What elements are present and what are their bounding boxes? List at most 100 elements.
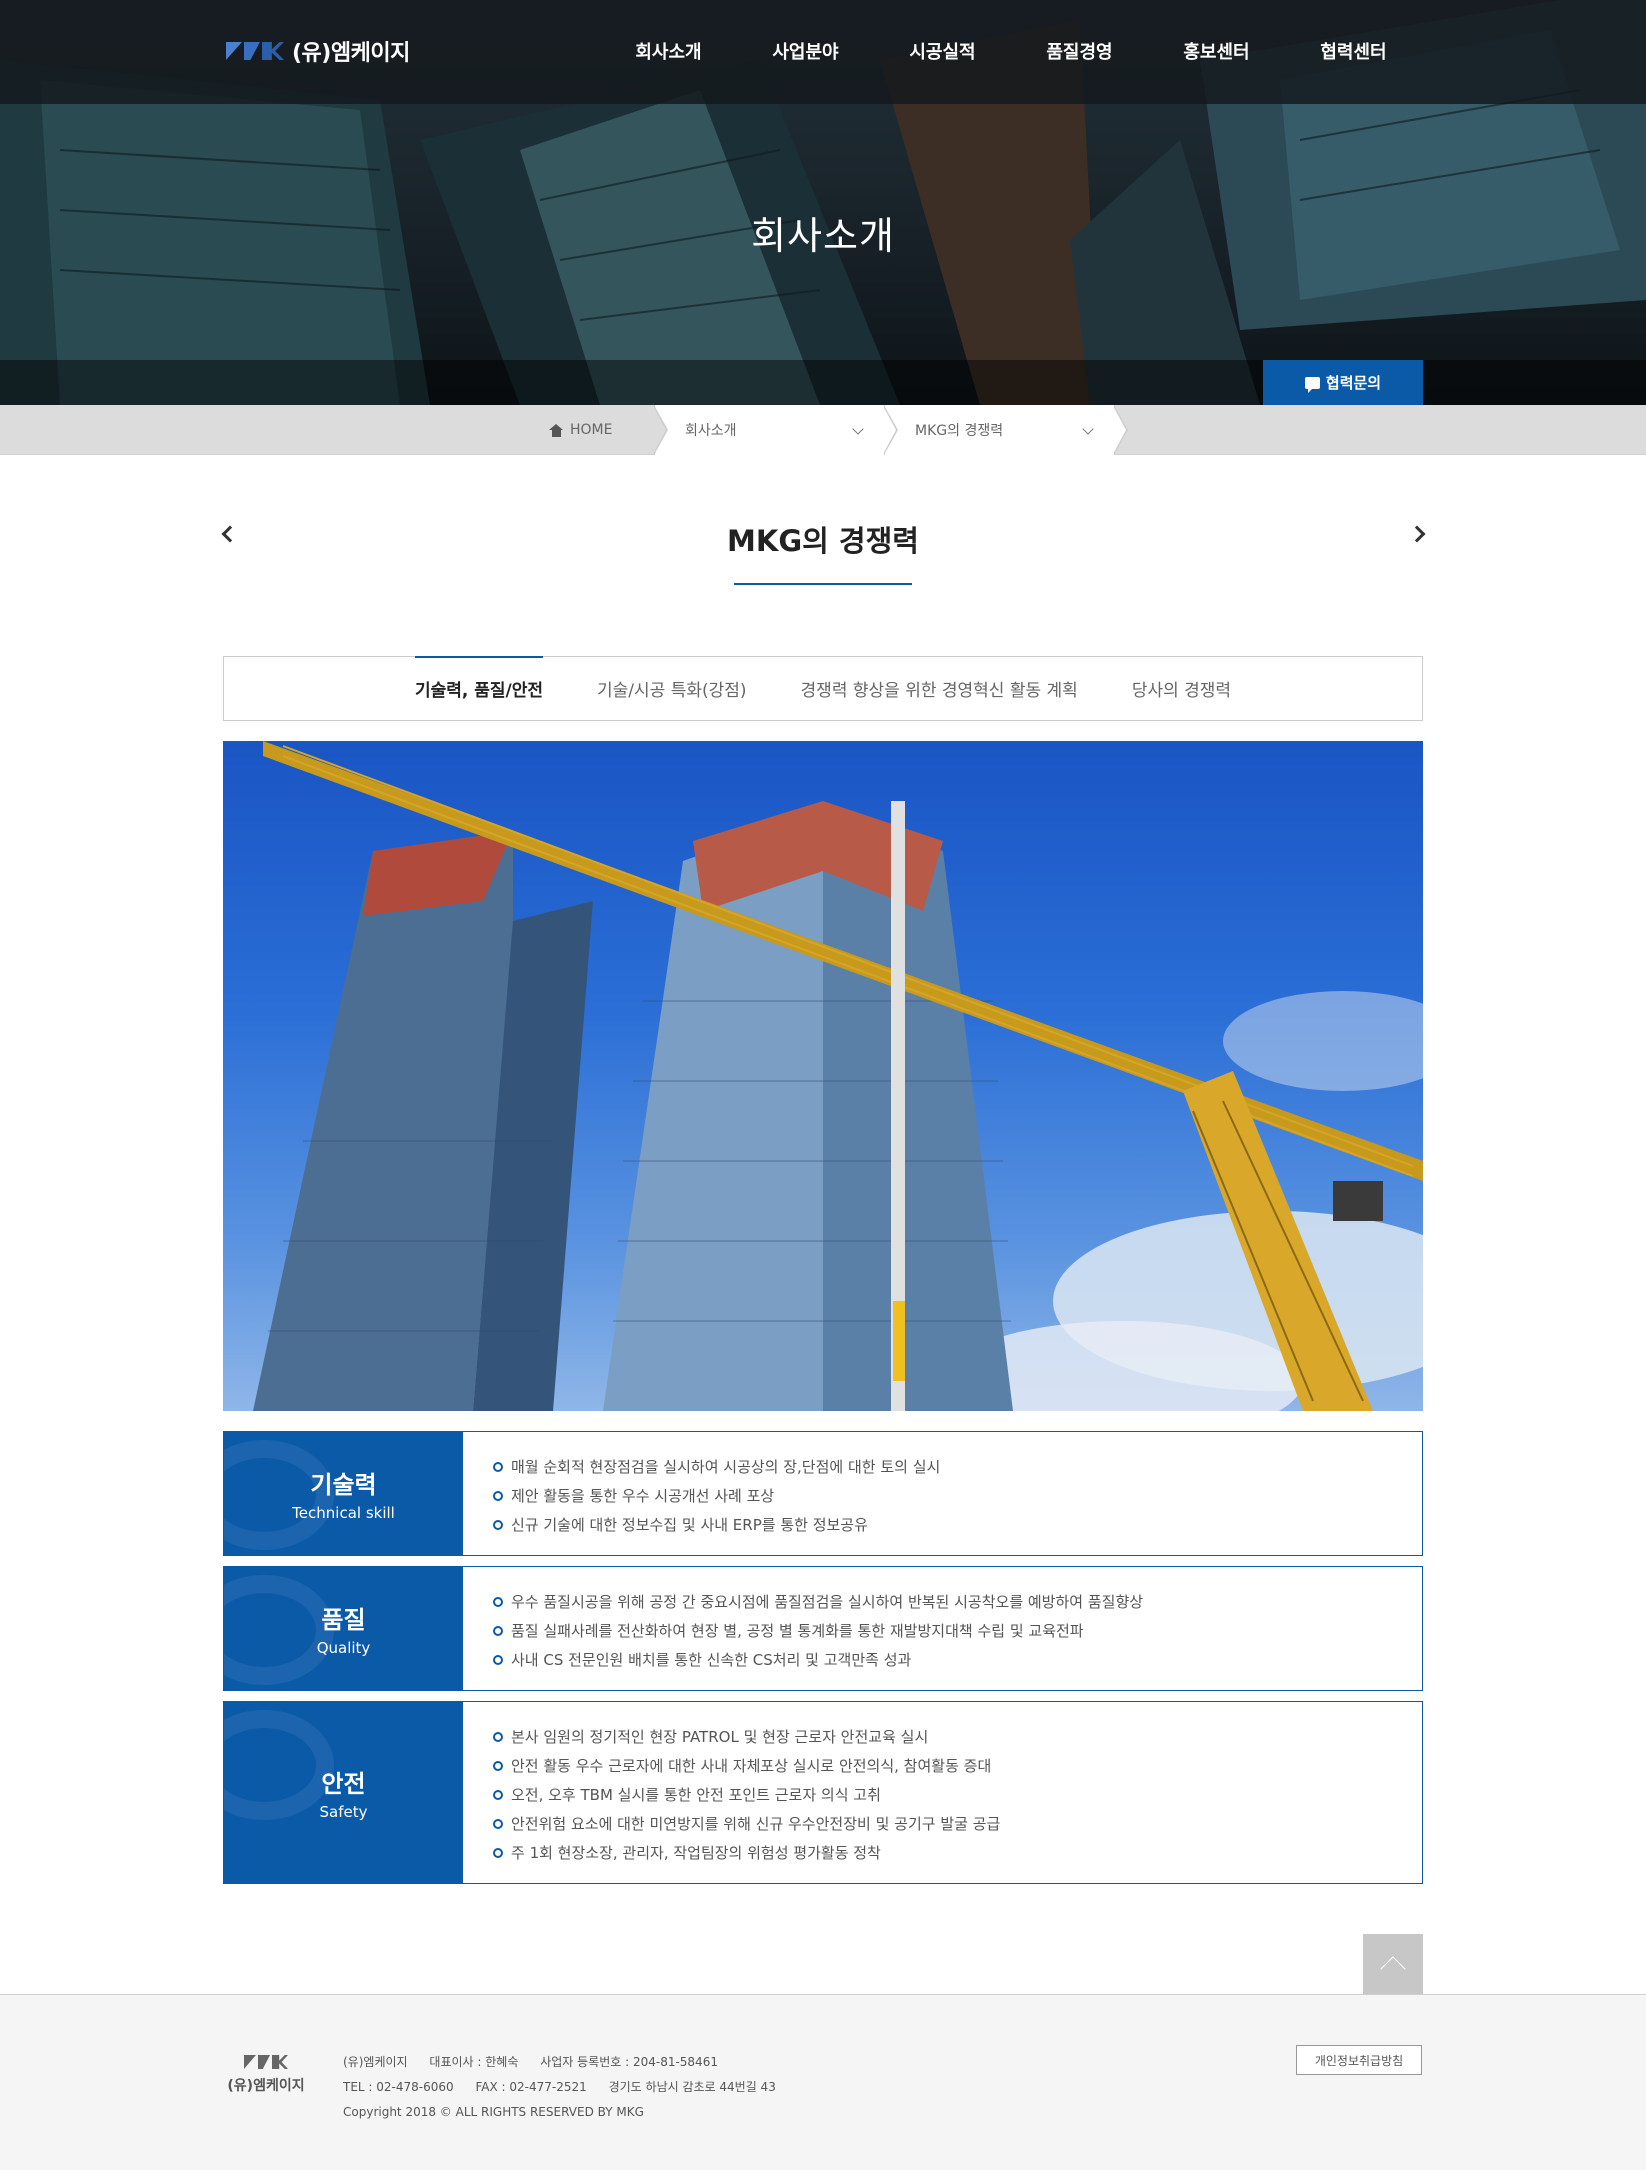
list-item-text: 품질 실패사례를 전산화하여 현장 별, 공정 별 통계화를 통한 재발방지대책… [511,1622,1084,1640]
logo-text: (유)엠케이지 [292,41,410,66]
bullet-icon [493,1731,503,1742]
section-list: 본사 임원의 정기적인 현장 PATROL 및 현장 근로자 안전교육 실시 안… [463,1702,1000,1883]
tab-tech-quality-safety[interactable]: 기술력, 품질/안전 [388,656,570,720]
footer-company: (유)엠케이지 [343,2055,408,2069]
list-item: 본사 임원의 정기적인 현장 PATROL 및 현장 근로자 안전교육 실시 [493,1722,1000,1751]
nav-item-quality[interactable]: 품질경영 [1011,38,1148,64]
bullet-icon [493,1789,503,1800]
list-item-text: 신규 기술에 대한 정보수집 및 사내 ERP를 통한 정보공유 [511,1516,868,1534]
site-logo[interactable]: (유)엠케이지 [226,36,410,66]
tab-tech-construction[interactable]: 기술/시공 특화(강점) [570,657,774,720]
section-label-safety: 안전 Safety [224,1702,463,1883]
breadcrumb-separator [653,405,668,455]
footer-tel: TEL : 02-478-6060 [343,2080,454,2094]
bullet-icon [493,1760,503,1771]
construction-photo [223,741,1423,1411]
list-item-text: 사내 CS 전문인원 배치를 통한 신속한 CS처리 및 고객만족 성과 [511,1651,912,1669]
list-item-text: 본사 임원의 정기적인 현장 PATROL 및 현장 근로자 안전교육 실시 [511,1728,929,1746]
footer-logo[interactable]: (유)엠케이지 [222,2055,310,2095]
home-icon [549,423,564,437]
list-item-text: 오전, 오후 TBM 실시를 통한 안전 포인트 근로자 의식 고취 [511,1786,881,1804]
footer-copyright: Copyright 2018 © ALL RIGHTS RESERVED BY … [343,2105,644,2119]
section-card-quality: 품질 Quality 우수 품질시공을 위해 공정 간 중요시점에 품질점검을 … [223,1566,1423,1691]
nav-item-company[interactable]: 회사소개 [600,38,737,64]
nav-item-partner-center[interactable]: 협력센터 [1285,38,1422,64]
section-label-technical: 기술력 Technical skill [224,1432,463,1555]
bullet-icon [493,1596,503,1607]
section-title-ko: 안전 [321,1770,366,1798]
breadcrumb: HOME 회사소개 MKG의 경쟁력 [0,405,1646,455]
hero-banner: (유)엠케이지 회사소개 사업분야 시공실적 품질경영 홍보센터 협력센터 회사… [0,0,1646,405]
bullet-icon [493,1654,503,1665]
breadcrumb-level1-select[interactable]: 회사소개 [654,405,898,455]
sub-tabs: 기술력, 품질/안전 기술/시공 특화(강점) 경쟁력 향상을 위한 경영혁신 … [223,656,1423,721]
section-title-ko: 기술력 [310,1471,377,1499]
page-title: MKG의 경쟁력 [727,524,919,558]
list-item: 매월 순회적 현장점검을 실시하여 시공상의 장,단점에 대한 토의 실시 [493,1452,940,1481]
scroll-top-button[interactable] [1363,1934,1423,1994]
bullet-icon [493,1519,503,1530]
list-item: 품질 실패사례를 전산화하여 현장 별, 공정 별 통계화를 통한 재발방지대책… [493,1616,1143,1645]
tab-management-innovation[interactable]: 경쟁력 향상을 위한 경영혁신 활동 계획 [774,657,1105,720]
section-title-en: Quality [316,1639,371,1657]
inquiry-label: 협력문의 [1325,374,1382,392]
breadcrumb-level2-label: MKG의 경쟁력 [915,423,1004,439]
section-title-en: Technical skill [292,1504,395,1522]
arrow-up-icon [1380,1956,1406,1982]
list-item-text: 우수 품질시공을 위해 공정 간 중요시점에 품질점검을 실시하여 반복된 시공… [511,1593,1144,1611]
bullet-icon [493,1847,503,1858]
list-item: 안전 활동 우수 근로자에 대한 사내 자체포상 실시로 안전의식, 참여활동 … [493,1751,1000,1780]
inquiry-button[interactable]: 협력문의 [1263,360,1423,405]
title-underline [734,583,912,585]
breadcrumb-home-label: HOME [570,422,613,438]
top-navigation-bar: (유)엠케이지 회사소개 사업분야 시공실적 품질경영 홍보센터 협력센터 [0,0,1646,104]
footer-info: (유)엠케이지 대표이사 : 한혜숙 사업자 등록번호 : 204-81-584… [343,2050,794,2125]
list-item: 우수 품질시공을 위해 공정 간 중요시점에 품질점검을 실시하여 반복된 시공… [493,1587,1143,1616]
construction-illustration [253,741,1423,1411]
list-item-text: 제안 활동을 통한 우수 시공개선 사례 포상 [511,1487,775,1505]
chevron-down-icon [1082,423,1094,435]
section-list: 우수 품질시공을 위해 공정 간 중요시점에 품질점검을 실시하여 반복된 시공… [463,1567,1143,1690]
list-item: 제안 활동을 통한 우수 시공개선 사례 포상 [493,1481,940,1510]
chat-bubble-icon [1304,376,1320,393]
privacy-policy-button[interactable]: 개인정보취급방침 [1296,2045,1422,2075]
list-item-text: 안전 활동 우수 근로자에 대한 사내 자체포상 실시로 안전의식, 참여활동 … [511,1757,992,1775]
footer-address: 경기도 하남시 감초로 44번길 43 [608,2080,776,2094]
list-item: 사내 CS 전문인원 배치를 통한 신속한 CS처리 및 고객만족 성과 [493,1645,1143,1674]
footer-biz-no: 사업자 등록번호 : 204-81-58461 [540,2055,718,2069]
nav-item-pr-center[interactable]: 홍보센터 [1148,38,1285,64]
breadcrumb-home[interactable]: HOME [527,405,668,455]
footer-ceo: 대표이사 : 한혜숙 [429,2055,519,2069]
list-item: 주 1회 현장소장, 관리자, 작업팀장의 위험성 평가활동 정착 [493,1838,1000,1867]
chevron-down-icon [852,423,864,435]
list-item: 안전위험 요소에 대한 미연방지를 위해 신규 우수안전장비 및 공기구 발굴 … [493,1809,1000,1838]
section-title-en: Safety [319,1803,368,1821]
breadcrumb-level1-label: 회사소개 [685,423,737,439]
list-item-text: 주 1회 현장소장, 관리자, 작업팀장의 위험성 평가활동 정착 [511,1844,881,1862]
nav-item-business[interactable]: 사업분야 [737,38,874,64]
bullet-icon [493,1625,503,1636]
list-item: 오전, 오후 TBM 실시를 통한 안전 포인트 근로자 의식 고취 [493,1780,1000,1809]
list-item-text: 안전위험 요소에 대한 미연방지를 위해 신규 우수안전장비 및 공기구 발굴 … [511,1815,1001,1833]
nav-item-projects[interactable]: 시공실적 [874,38,1011,64]
section-label-quality: 품질 Quality [224,1567,463,1690]
breadcrumb-separator [883,405,898,455]
list-item-text: 매월 순회적 현장점검을 실시하여 시공상의 장,단점에 대한 토의 실시 [511,1458,941,1476]
main-nav: 회사소개 사업분야 시공실적 품질경영 홍보센터 협력센터 [600,38,1422,64]
logo-mark-icon [222,2055,310,2069]
breadcrumb-separator [1113,405,1128,455]
breadcrumb-level2-select[interactable]: MKG의 경쟁력 [884,405,1128,455]
hero-title: 회사소개 [751,214,895,258]
decorative-ring [224,1710,334,1820]
section-title-ko: 품질 [321,1606,366,1634]
bullet-icon [493,1818,503,1829]
list-item: 신규 기술에 대한 정보수집 및 사내 ERP를 통한 정보공유 [493,1510,940,1539]
footer: (유)엠케이지 (유)엠케이지 대표이사 : 한혜숙 사업자 등록번호 : 20… [0,1994,1646,2170]
bullet-icon [493,1461,503,1472]
section-card-safety: 안전 Safety 본사 임원의 정기적인 현장 PATROL 및 현장 근로자… [223,1701,1423,1884]
tab-our-competitiveness[interactable]: 당사의 경쟁력 [1105,657,1258,720]
decorative-ring [224,1575,334,1685]
logo-mark-icon [226,42,284,60]
section-list: 매월 순회적 현장점검을 실시하여 시공상의 장,단점에 대한 토의 실시 제안… [463,1432,940,1555]
section-card-technical: 기술력 Technical skill 매월 순회적 현장점검을 실시하여 시공… [223,1431,1423,1556]
